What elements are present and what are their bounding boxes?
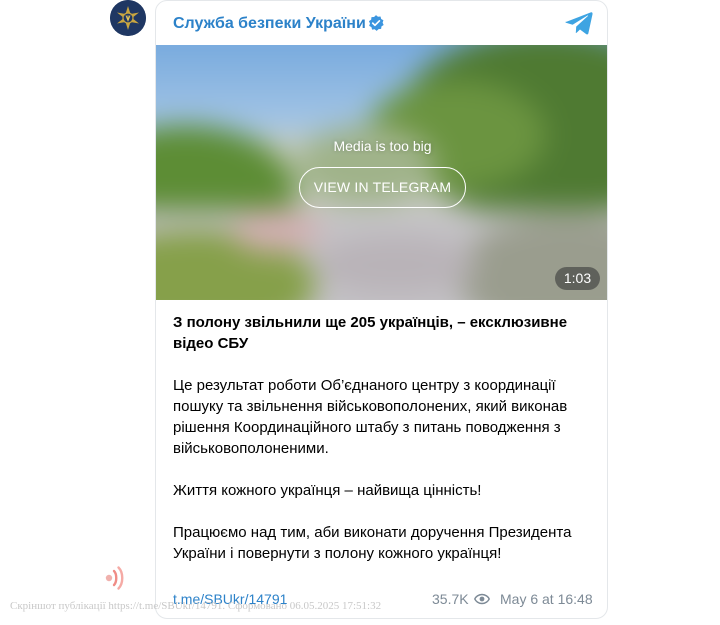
message-text: З полону звільнили ще 205 українців, – е…	[173, 312, 593, 564]
message-header: Служба безпеки України	[156, 1, 607, 45]
telegram-logo-icon[interactable]	[565, 11, 593, 35]
video-thumbnail[interactable]: Media is too big VIEW IN TELEGRAM 1:03	[156, 45, 607, 300]
view-in-telegram-button[interactable]: VIEW IN TELEGRAM	[299, 167, 466, 208]
screenshot-watermark: Скріншот публікації https://t.me/SBUkr/1…	[10, 600, 382, 612]
channel-avatar[interactable]	[110, 0, 146, 36]
media-too-big-notice: Media is too big	[333, 138, 432, 154]
sbu-emblem-icon	[110, 0, 146, 36]
post-paragraph: Життя кожного українця – найвища цінніст…	[173, 482, 482, 499]
eye-icon	[474, 593, 490, 605]
verified-badge-icon	[368, 15, 384, 31]
message-card: Служба безпеки України Media is too big …	[155, 0, 608, 619]
post-paragraph: Це результат роботи Об’єднаного центру з…	[173, 377, 568, 457]
view-count: 35.7K	[432, 591, 469, 607]
post-paragraph: Працюємо над тим, аби виконати доручення…	[173, 524, 572, 562]
post-headline: З полону звільнили ще 205 українців, – е…	[173, 314, 568, 352]
post-date[interactable]: May 6 at 16:48	[500, 589, 593, 609]
broadcast-signal-icon	[105, 566, 124, 590]
video-duration-badge: 1:03	[555, 267, 600, 290]
telegram-embed-page: Служба безпеки України Media is too big …	[0, 0, 720, 625]
channel-name[interactable]: Служба безпеки України	[173, 14, 366, 34]
